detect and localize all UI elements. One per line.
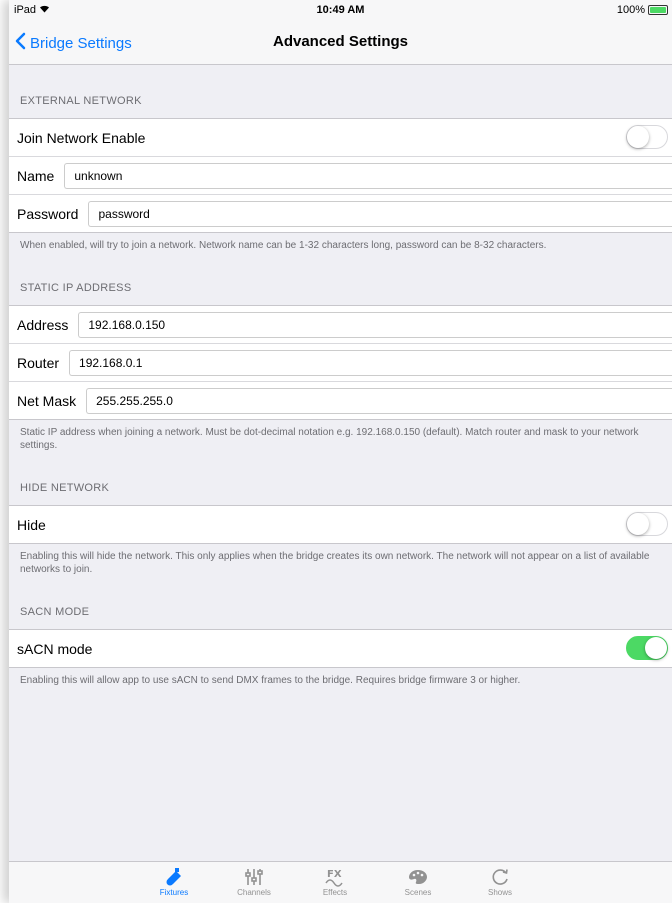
row-password: Password password — [9, 194, 672, 232]
section-header-sacn: SACN MODE — [20, 606, 90, 618]
name-input[interactable]: unknown — [64, 162, 672, 189]
section-header-external: EXTERNAL NETWORK — [20, 95, 142, 107]
sacn-label: sACN mode — [17, 640, 93, 657]
hide-toggle[interactable] — [626, 512, 668, 536]
router-label: Router — [17, 354, 60, 371]
tab-label: Fixtures — [159, 888, 189, 897]
section-header-hide: HIDE NETWORK — [20, 482, 110, 494]
sacn-note: Enabling this will allow app to use sACN… — [20, 675, 521, 686]
tab-label: Shows — [487, 888, 512, 897]
join-network-label: Join Network Enable — [17, 129, 146, 146]
password-input[interactable]: password — [88, 200, 672, 227]
group-static-ip: Address 192.168.0.150 Router 192.168.0.1… — [9, 305, 672, 420]
tab-label: Channels — [237, 888, 271, 897]
address-label: Address — [17, 316, 69, 333]
row-net-mask: Net Mask 255.255.255.0 — [9, 381, 672, 419]
toggle-knob — [645, 637, 667, 659]
hide-note: Enabling this will hide the network. Thi… — [20, 551, 650, 575]
name-label: Name — [17, 167, 55, 184]
page-title: Advanced Settings — [272, 33, 409, 50]
channels-icon — [224, 866, 284, 888]
battery-icon — [648, 5, 668, 15]
status-battery: 100% — [617, 4, 668, 16]
svg-text:FX: FX — [327, 869, 342, 880]
status-time: 10:49 AM — [316, 4, 365, 16]
external-note: When enabled, will try to join a network… — [20, 240, 547, 251]
row-hide: Hide — [9, 506, 672, 543]
row-address: Address 192.168.0.150 — [9, 306, 672, 343]
tab-fixtures[interactable]: Fixtures — [144, 866, 204, 897]
settings-content: EXTERNAL NETWORK Join Network Enable Nam… — [9, 65, 672, 687]
static-ip-note: Static IP address when joining a network… — [20, 427, 639, 451]
toggle-knob — [627, 513, 649, 535]
address-input[interactable]: 192.168.0.150 — [78, 311, 672, 338]
toggle-knob — [627, 126, 649, 148]
navigation-bar: Bridge Settings Advanced Settings — [9, 20, 672, 65]
tab-shows[interactable]: Shows — [470, 866, 530, 897]
sacn-toggle[interactable] — [626, 636, 668, 660]
net-mask-label: Net Mask — [17, 392, 77, 409]
group-hide: Hide — [9, 505, 672, 544]
hide-label: Hide — [17, 516, 46, 533]
group-external: Join Network Enable Name unknown Passwor… — [9, 118, 672, 233]
join-network-toggle[interactable] — [626, 125, 668, 149]
row-router: Router 192.168.0.1 — [9, 343, 672, 381]
status-bar: iPad 10:49 AM 100% — [9, 0, 672, 20]
scenes-icon — [388, 866, 448, 888]
net-mask-input[interactable]: 255.255.255.0 — [86, 387, 672, 414]
row-join-network: Join Network Enable — [9, 119, 672, 156]
tab-label: Effects — [322, 888, 348, 897]
section-header-static-ip: STATIC IP ADDRESS — [20, 282, 132, 294]
tab-scenes[interactable]: Scenes — [388, 866, 448, 897]
fixtures-icon — [144, 866, 204, 888]
password-label: Password — [17, 205, 79, 222]
effects-icon: FX — [305, 866, 365, 888]
tab-effects[interactable]: FX Effects — [305, 866, 365, 897]
tab-bar: Fixtures Channels FX Effects Scenes Show… — [9, 861, 672, 903]
device-screen: iPad 10:49 AM 100% Bridge Settings Advan… — [9, 0, 672, 903]
battery-percent: 100% — [616, 4, 645, 16]
row-name: Name unknown — [9, 156, 672, 194]
router-input[interactable]: 192.168.0.1 — [69, 349, 672, 376]
group-sacn: sACN mode — [9, 629, 672, 668]
tab-label: Scenes — [404, 888, 432, 897]
shows-icon — [470, 866, 530, 888]
row-sacn: sACN mode — [9, 630, 672, 667]
tab-channels[interactable]: Channels — [224, 866, 284, 897]
